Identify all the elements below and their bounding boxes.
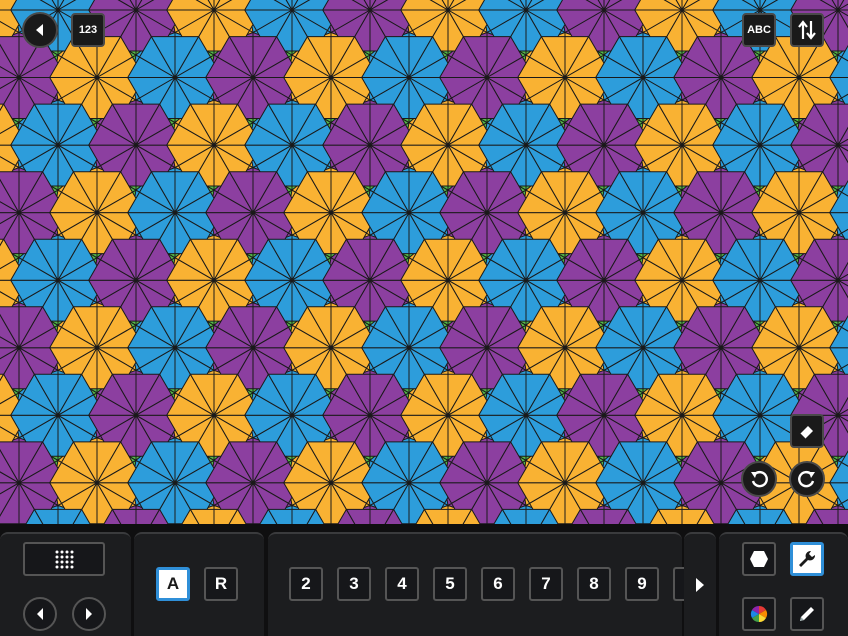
number-key-6[interactable]: 6 [481, 567, 515, 601]
undo-icon [751, 471, 768, 488]
chevron-right-icon [696, 578, 704, 592]
mode-key-r[interactable]: R [204, 567, 238, 601]
more-button[interactable] [684, 534, 716, 636]
back-button[interactable] [22, 12, 58, 48]
pencil-icon [800, 607, 814, 621]
shape-tool-button[interactable] [742, 542, 776, 576]
redo-icon [798, 471, 815, 488]
hexagon-icon [750, 551, 768, 567]
pencil-tool-button[interactable] [790, 597, 824, 631]
tile[interactable] [837, 508, 848, 524]
navigation-panel [0, 532, 131, 636]
grid-toggle-button[interactable] [23, 542, 105, 576]
next-button[interactable] [72, 597, 106, 631]
number-key-8[interactable]: 8 [577, 567, 611, 601]
chevron-right-icon [86, 608, 92, 620]
number-panel: 23456789 [268, 532, 687, 636]
color-tool-button[interactable] [742, 597, 776, 631]
undo-button[interactable] [741, 461, 777, 497]
bottom-toolbar: AR 23456789 [0, 524, 848, 636]
swap-vertical-icon [798, 20, 816, 40]
swap-button[interactable] [790, 13, 824, 47]
chevron-left-icon [36, 24, 43, 36]
eraser-button[interactable] [790, 414, 824, 448]
letters-label: ABC [747, 24, 771, 36]
redo-button[interactable] [789, 461, 825, 497]
previous-button[interactable] [23, 597, 57, 631]
wrench-icon [799, 550, 816, 567]
number-key-2[interactable]: 2 [289, 567, 323, 601]
number-key-3[interactable]: 3 [337, 567, 371, 601]
tools-panel [719, 532, 848, 636]
mode-panel: AR [134, 532, 264, 636]
tiling-canvas[interactable] [0, 0, 848, 524]
number-key-4[interactable]: 4 [385, 567, 419, 601]
mode-key-a[interactable]: A [156, 567, 190, 601]
color-wheel-icon [750, 605, 768, 623]
more-panel [684, 532, 716, 636]
tiling-pattern[interactable] [0, 0, 848, 524]
dot-grid-icon [55, 550, 74, 569]
number-key-7[interactable]: 7 [529, 567, 563, 601]
numbers-label: 123 [78, 24, 98, 36]
number-key-5[interactable]: 5 [433, 567, 467, 601]
eraser-icon [799, 426, 813, 440]
number-key-9[interactable]: 9 [625, 567, 659, 601]
numbers-button[interactable]: 123 [71, 13, 105, 47]
chevron-left-icon [37, 608, 43, 620]
letters-button[interactable]: ABC [742, 13, 776, 47]
wrench-tool-button[interactable] [790, 542, 824, 576]
